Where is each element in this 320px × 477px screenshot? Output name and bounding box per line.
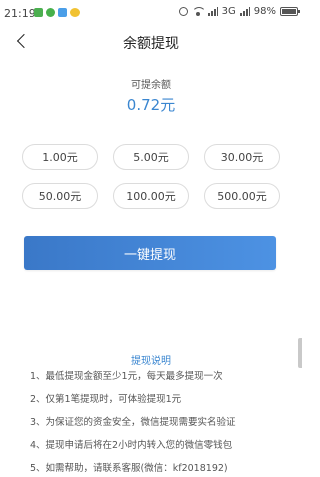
amount-option[interactable]: 5.00元	[113, 144, 189, 170]
network-type: 3G	[221, 6, 236, 17]
withdraw-button[interactable]: 一键提现	[24, 236, 276, 270]
status-indicators: 3G 98%	[178, 6, 300, 17]
instruction-item: 1、最低提现金额至少1元，每天最多提现一次	[30, 371, 223, 382]
amount-option[interactable]: 100.00元	[113, 183, 189, 209]
notification-app-icon	[34, 8, 43, 17]
amount-options: 1.00元 5.00元 30.00元 50.00元 100.00元 500.00…	[22, 144, 280, 209]
instruction-item: 4、提现申请后将在2小时内转入您的微信零钱包	[30, 440, 233, 451]
balance-value: 0.72元	[126, 96, 176, 114]
notification-app-icon	[58, 8, 67, 17]
wechat-notification-icon	[46, 8, 55, 17]
instructions-title: 提现说明	[131, 356, 171, 367]
battery-icon	[280, 7, 300, 16]
instruction-item: 3、为保证您的资金安全，微信提现需要实名验证	[30, 417, 236, 428]
amount-option[interactable]: 30.00元	[204, 144, 280, 170]
page-title: 余额提现	[123, 36, 179, 52]
balance-label: 可提余额	[131, 80, 171, 91]
alarm-icon	[178, 7, 188, 16]
signal-icon	[239, 7, 250, 16]
amount-option[interactable]: 1.00元	[22, 144, 98, 170]
signal-icon	[207, 7, 218, 16]
status-bar: 21:19 3G 98%	[0, 0, 302, 26]
status-time: 21:19	[4, 7, 36, 20]
nav-bar: 余额提现	[0, 26, 302, 56]
wifi-icon	[191, 7, 204, 16]
notification-app-icon	[70, 8, 80, 17]
instruction-item: 2、仅第1笔提现时，可体验提现1元	[30, 394, 182, 405]
amount-option[interactable]: 50.00元	[22, 183, 98, 209]
battery-percent: 98%	[253, 6, 276, 17]
instructions-list: 1、最低提现金额至少1元，每天最多提现一次 2、仅第1笔提现时，可体验提现1元 …	[30, 371, 292, 477]
scroll-handle[interactable]	[298, 338, 302, 368]
instruction-item: 5、如需帮助，请联系客服(微信：kf2018192)	[30, 463, 228, 474]
amount-option[interactable]: 500.00元	[204, 183, 280, 209]
